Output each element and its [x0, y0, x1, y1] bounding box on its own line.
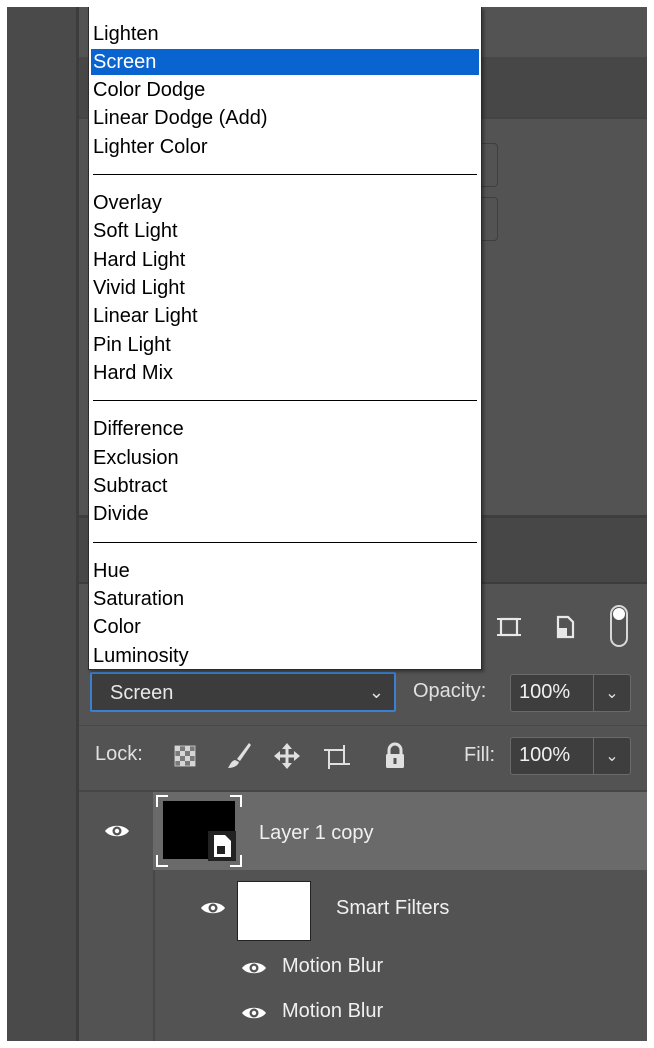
menu-item-lighten[interactable]: Lighten — [91, 21, 479, 47]
artboard-icon[interactable] — [496, 614, 522, 640]
photoshop-workspace: Screen ⌄ Opacity: 100% ⌄ Lock: Fill: 100… — [7, 7, 647, 1041]
checkerboard-lock-icon[interactable] — [174, 745, 196, 767]
left-panel-strip — [7, 7, 76, 1041]
padlock-icon[interactable] — [384, 742, 406, 770]
menu-item-overlay[interactable]: Overlay — [91, 190, 479, 216]
document-icon[interactable] — [554, 614, 576, 640]
opacity-dropdown-button[interactable]: ⌄ — [594, 674, 631, 712]
menu-item-hard-light[interactable]: Hard Light — [91, 247, 479, 273]
menu-item-divide[interactable]: Divide — [91, 501, 479, 527]
menu-item-linear-light[interactable]: Linear Light — [91, 303, 479, 329]
eye-icon[interactable] — [104, 823, 130, 839]
eye-icon[interactable] — [241, 1005, 267, 1021]
chevron-down-icon: ⌄ — [368, 682, 384, 702]
opacity-field[interactable]: 100% — [510, 674, 594, 712]
menu-item-difference[interactable]: Difference — [91, 416, 479, 442]
blend-mode-select[interactable]: Screen ⌄ — [90, 672, 396, 712]
opacity-label: Opacity: — [413, 680, 487, 702]
menu-item-soft-light[interactable]: Soft Light — [91, 218, 479, 244]
fill-label: Fill: — [464, 744, 496, 766]
menu-item-vivid-light[interactable]: Vivid Light — [91, 275, 479, 301]
smart-filter-mask-thumbnail[interactable] — [237, 881, 311, 941]
move-lock-icon[interactable] — [273, 742, 301, 770]
blend-mode-dropdown-menu: Lighten Screen Color Dodge Linear Dodge … — [88, 7, 482, 670]
panel-divider — [79, 725, 647, 726]
menu-item-luminosity[interactable]: Luminosity — [91, 643, 479, 669]
layer-name[interactable]: Layer 1 copy — [259, 822, 374, 845]
toggle-knob — [613, 608, 625, 620]
menu-item-linear-dodge[interactable]: Linear Dodge (Add) — [91, 105, 479, 131]
menu-separator — [93, 542, 477, 543]
menu-item-color[interactable]: Color — [91, 614, 479, 640]
menu-item-color-dodge[interactable]: Color Dodge — [91, 77, 479, 103]
filter-name[interactable]: Motion Blur — [282, 1000, 383, 1023]
menu-separator — [93, 174, 477, 175]
menu-item-screen[interactable]: Screen — [91, 49, 479, 75]
blend-mode-value: Screen — [110, 682, 174, 704]
menu-item-subtract[interactable]: Subtract — [91, 473, 479, 499]
menu-item-saturation[interactable]: Saturation — [91, 586, 479, 612]
menu-separator — [93, 400, 477, 401]
artboard-lock-icon[interactable] — [323, 744, 351, 770]
menu-item-exclusion[interactable]: Exclusion — [91, 445, 479, 471]
filter-name[interactable]: Motion Blur — [282, 955, 383, 978]
menu-item-hue[interactable]: Hue — [91, 558, 479, 584]
brush-lock-icon[interactable] — [225, 741, 253, 771]
toggle-switch[interactable] — [610, 605, 628, 647]
fill-dropdown-button[interactable]: ⌄ — [594, 737, 631, 775]
eye-icon[interactable] — [200, 900, 226, 916]
menu-item-lighter-color[interactable]: Lighter Color — [91, 134, 479, 160]
eye-icon[interactable] — [241, 960, 267, 976]
menu-item-pin-light[interactable]: Pin Light — [91, 332, 479, 358]
smart-filters-label[interactable]: Smart Filters — [336, 897, 449, 920]
smart-object-icon — [208, 831, 236, 861]
lock-label: Lock: — [95, 743, 143, 765]
fill-field[interactable]: 100% — [510, 737, 594, 775]
panel-divider — [153, 870, 155, 1041]
menu-item-hard-mix[interactable]: Hard Mix — [91, 360, 479, 386]
